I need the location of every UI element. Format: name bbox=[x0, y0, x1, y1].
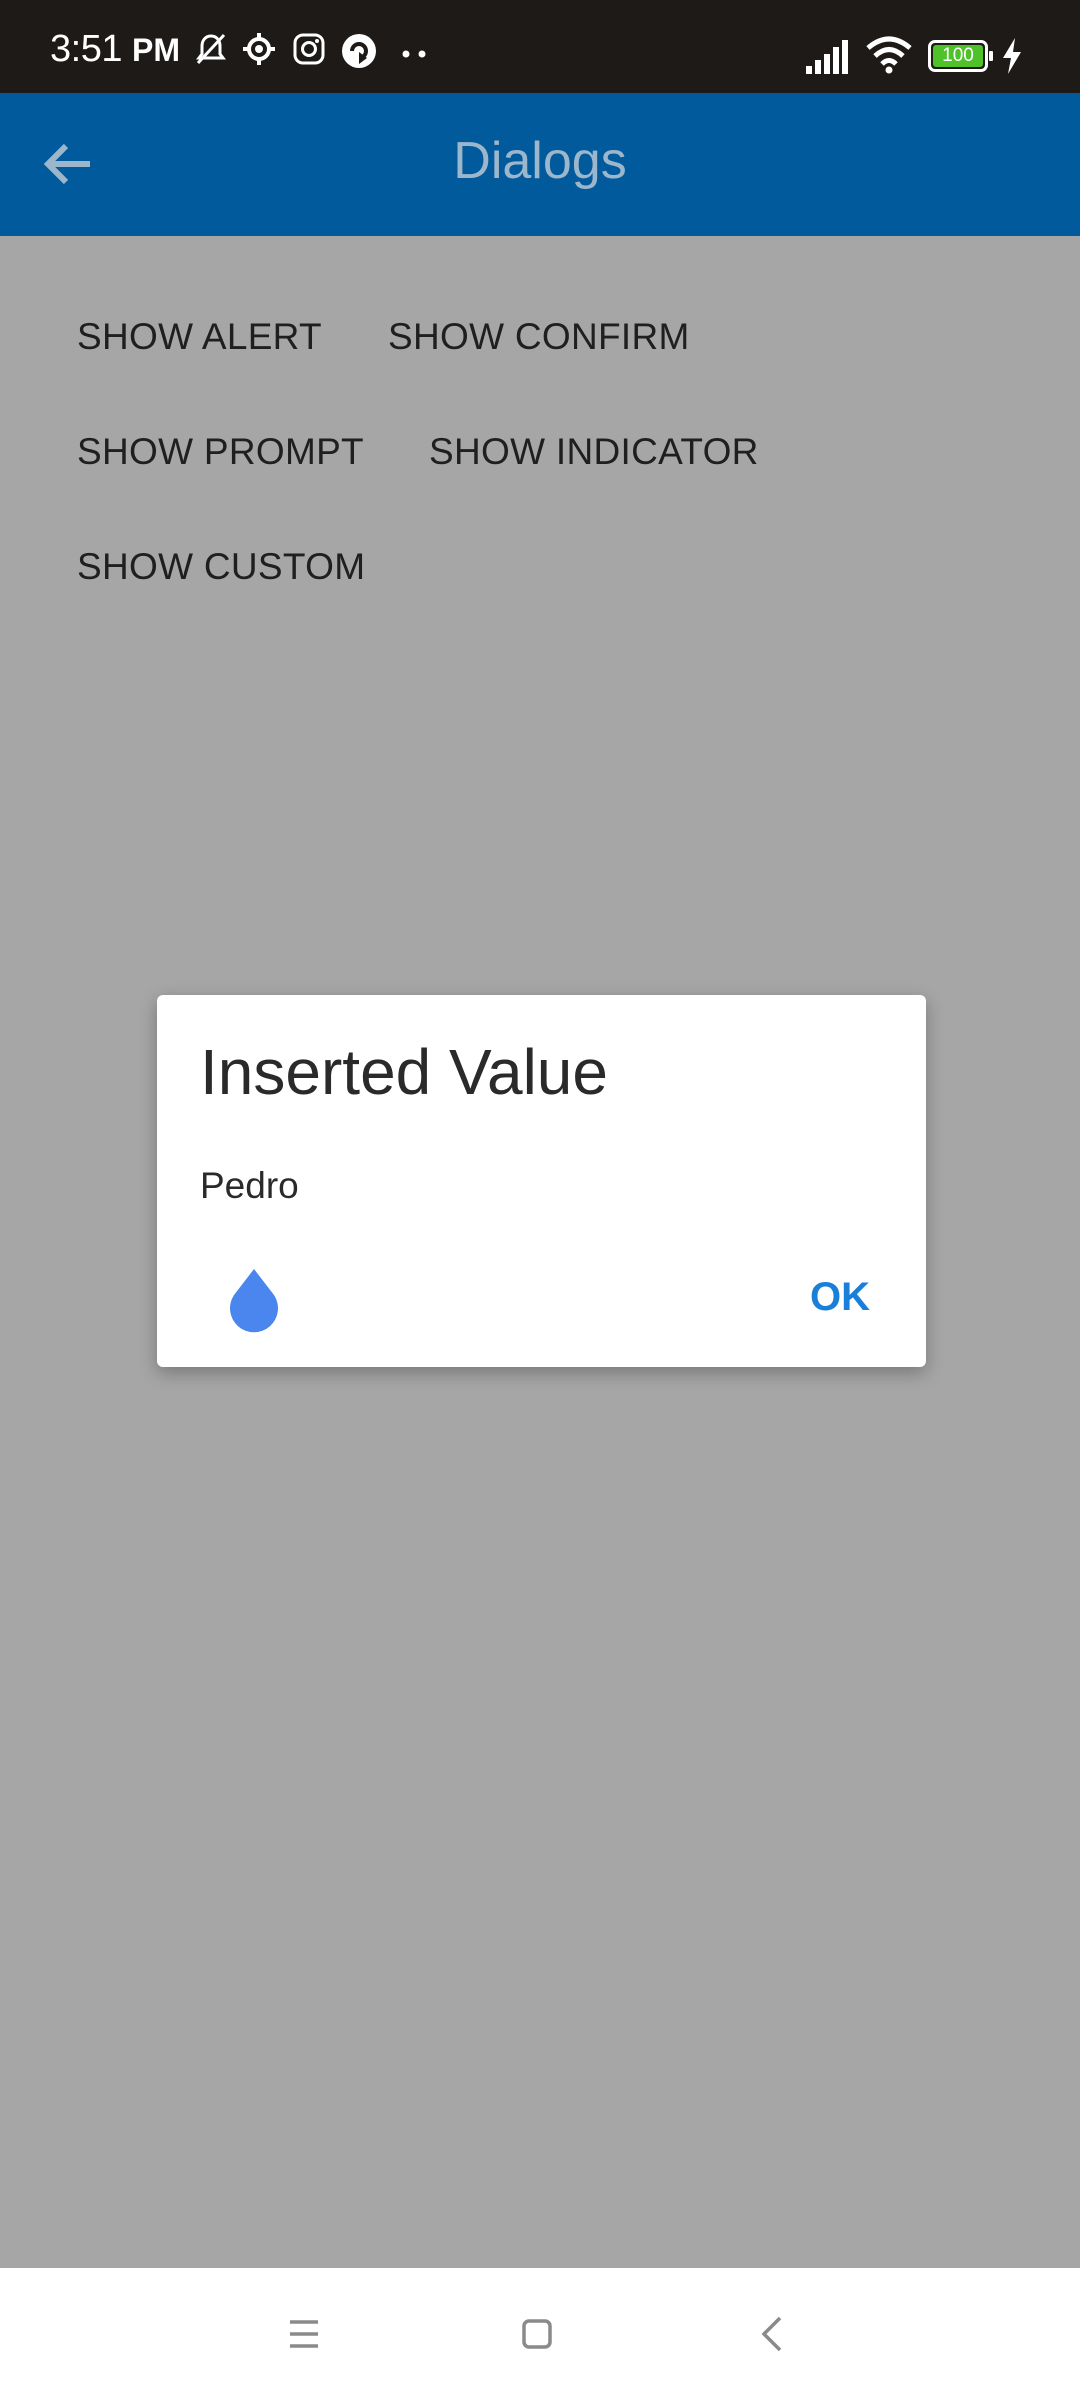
alert-dialog: Inserted Value Pedro OK bbox=[157, 995, 926, 1367]
water-drop-icon bbox=[230, 1269, 278, 1333]
battery-icon: 100 bbox=[928, 40, 993, 72]
dialog-title: Inserted Value bbox=[200, 1036, 608, 1108]
status-bar: 3:51 PM 100 bbox=[0, 0, 1080, 93]
instagram-icon bbox=[293, 33, 325, 65]
status-ampm: PM bbox=[132, 32, 180, 68]
more-dots-icon bbox=[402, 50, 426, 58]
show-custom-button[interactable]: SHOW CUSTOM bbox=[77, 546, 365, 588]
navigation-bar bbox=[0, 2268, 1080, 2400]
status-time: 3:51 bbox=[50, 28, 122, 70]
battery-level: 100 bbox=[942, 45, 974, 66]
vpn-icon bbox=[342, 34, 376, 68]
show-alert-button[interactable]: SHOW ALERT bbox=[77, 316, 322, 358]
ok-button[interactable]: OK bbox=[810, 1275, 870, 1320]
page-title: Dialogs bbox=[453, 132, 627, 190]
back-icon[interactable] bbox=[752, 2312, 796, 2356]
wifi-icon bbox=[866, 36, 912, 74]
show-confirm-button[interactable]: SHOW CONFIRM bbox=[388, 316, 690, 358]
signal-icon bbox=[806, 40, 848, 74]
charging-icon bbox=[1003, 38, 1021, 74]
settings-icon bbox=[243, 33, 275, 65]
show-prompt-button[interactable]: SHOW PROMPT bbox=[77, 431, 364, 473]
home-icon[interactable] bbox=[515, 2312, 559, 2356]
menu-icon[interactable] bbox=[282, 2312, 326, 2356]
bell-off-icon bbox=[196, 33, 226, 65]
show-indicator-button[interactable]: SHOW INDICATOR bbox=[429, 431, 759, 473]
app-bar: Dialogs bbox=[0, 93, 1080, 236]
dialog-message: Pedro bbox=[200, 1165, 299, 1206]
